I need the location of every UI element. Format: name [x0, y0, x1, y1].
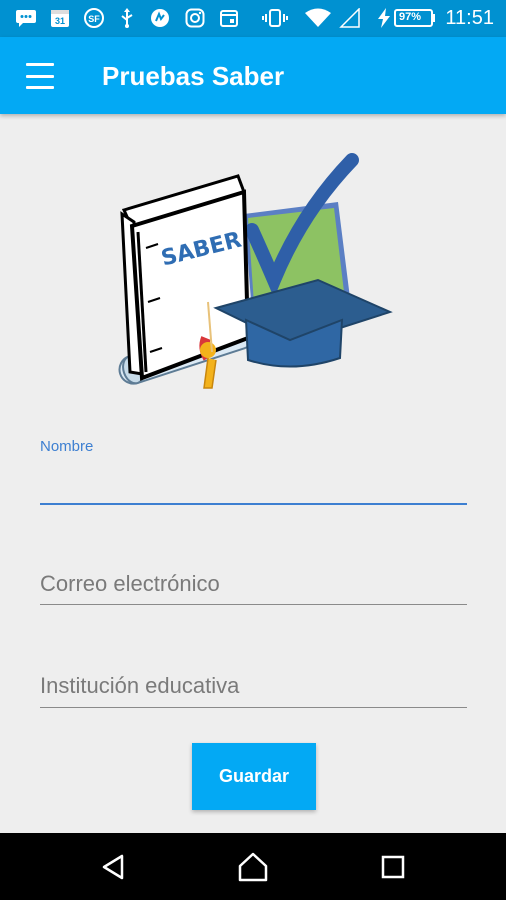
name-underline [40, 503, 467, 505]
recents-icon[interactable] [377, 851, 409, 883]
institution-input[interactable] [40, 668, 467, 704]
navigation-bar [0, 833, 506, 900]
svg-text:31: 31 [55, 16, 65, 26]
instagram-icon [184, 8, 206, 28]
sf-icon: SF [83, 8, 105, 28]
hamburger-menu-icon[interactable] [20, 59, 60, 93]
battery-percent: 97% [399, 11, 422, 23]
name-label: Nombre [40, 438, 94, 455]
name-field: Nombre [40, 436, 467, 506]
signal-icon [339, 8, 361, 28]
event-icon [218, 8, 240, 28]
name-input[interactable] [40, 468, 467, 500]
charging-icon [376, 8, 392, 28]
email-input[interactable] [40, 566, 467, 602]
save-button[interactable]: Guardar [192, 743, 316, 810]
svg-text:SF: SF [88, 14, 100, 24]
page-title: Pruebas Saber [102, 61, 285, 91]
status-bar: 31 SF 97% 11:51 [0, 0, 506, 37]
vibrate-icon [262, 8, 288, 28]
app-bar: Pruebas Saber [0, 37, 506, 114]
institution-underline [40, 707, 467, 708]
clock: 11:51 [445, 7, 494, 29]
app-icon [149, 8, 171, 28]
email-underline [40, 604, 467, 605]
wifi-icon [304, 8, 332, 28]
institution-field [40, 668, 467, 710]
back-icon[interactable] [98, 851, 130, 883]
usb-icon [117, 8, 137, 28]
home-icon[interactable] [237, 851, 269, 883]
calendar-icon: 31 [49, 8, 71, 28]
email-field [40, 566, 467, 608]
battery-icon: 97% [394, 8, 436, 28]
message-icon [14, 8, 38, 28]
saber-logo: SABER [112, 152, 394, 400]
